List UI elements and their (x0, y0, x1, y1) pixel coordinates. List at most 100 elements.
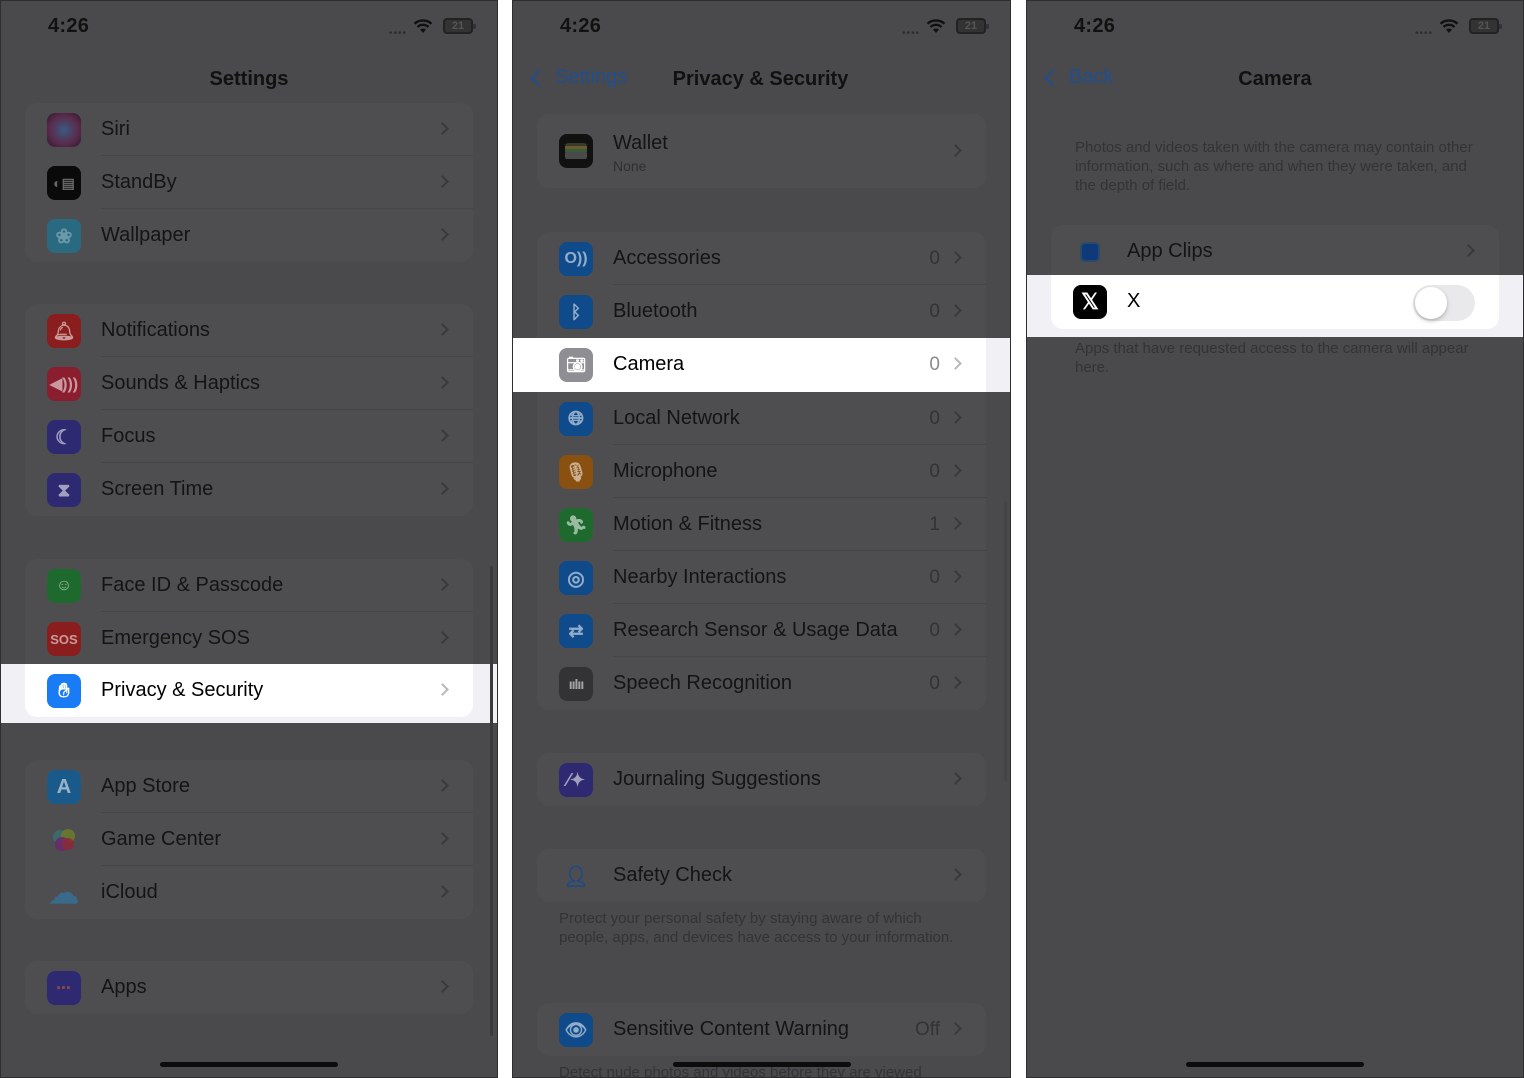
app-row-x[interactable]: 𝕏 X (1051, 275, 1499, 329)
status-bar: 4:26 •••• 21 (1, 1, 497, 53)
settings-row-face-id[interactable]: ☺ Face ID & Passcode (25, 559, 473, 612)
settings-row-wallpaper[interactable]: ❀ Wallpaper (25, 209, 473, 262)
battery-icon: 21 (443, 18, 476, 34)
row-label: Bluetooth (613, 300, 698, 322)
settings-row-siri[interactable]: Siri (25, 103, 473, 156)
focus-moon-icon: ☾ (47, 420, 81, 454)
app-clips-icon (1073, 235, 1107, 269)
wifi-icon (413, 19, 433, 33)
wallet-group: Wallet None (537, 114, 986, 188)
battery-icon: 21 (956, 18, 989, 34)
settings-row-privacy-security[interactable]: ✋︎ Privacy & Security (25, 664, 473, 717)
row-count: 0 (929, 354, 940, 375)
settings-group: ▪▪▪ Apps (25, 961, 473, 1014)
wifi-icon (926, 19, 946, 33)
home-indicator[interactable] (1186, 1062, 1364, 1067)
row-label: Wallpaper (101, 224, 191, 246)
game-center-icon (47, 823, 81, 857)
settings-row-screen-time[interactable]: ⧗ Screen Time (25, 463, 473, 516)
row-label: Nearby Interactions (613, 566, 787, 588)
toggle-knob (1415, 287, 1447, 319)
row-label: Game Center (101, 828, 222, 850)
row-label: Research Sensor & Usage Data (613, 619, 898, 641)
chevron-right-icon (436, 228, 449, 241)
row-count: 0 (929, 248, 940, 269)
permission-row-speech-recognition[interactable]: ıılıı Speech Recognition 0 (537, 657, 986, 710)
sos-icon: SOS (47, 622, 81, 656)
settings-row-emergency-sos[interactable]: SOS Emergency SOS (25, 612, 473, 665)
permission-row-motion-fitness[interactable]: 🏃︎ Motion & Fitness 1 (537, 498, 986, 551)
status-bar: 4:26 •••• 21 (513, 1, 1010, 53)
row-label: Emergency SOS (101, 627, 250, 649)
row-label: Sensitive Content Warning (613, 1018, 850, 1040)
journaling-suggestions-row[interactable]: ⁄✦ Journaling Suggestions (537, 753, 986, 806)
row-label: Motion & Fitness (613, 513, 762, 535)
back-label: Settings (555, 66, 628, 88)
permission-row-bluetooth[interactable]: ᛒ Bluetooth 0 (537, 285, 986, 338)
battery-icon: 21 (1469, 18, 1502, 34)
sensitive-content-warning-row[interactable]: 👁︎ Sensitive Content Warning Off (537, 1003, 986, 1056)
chevron-right-icon (949, 623, 962, 636)
settings-row-game-center[interactable]: Game Center (25, 813, 473, 866)
status-time: 4:26 (560, 15, 602, 37)
safety-check-group: 👤︎ Safety Check (537, 849, 986, 902)
permission-row-nearby-interactions[interactable]: ◎ Nearby Interactions 0 (537, 551, 986, 604)
chevron-right-icon (436, 323, 449, 336)
nav-bar: Settings Privacy & Security (513, 53, 1010, 105)
chevron-right-icon (949, 144, 962, 157)
row-label: Safety Check (613, 864, 732, 886)
chevron-right-icon (436, 683, 449, 696)
row-count: 0 (929, 301, 940, 322)
permission-row-microphone[interactable]: 🎙︎ Microphone 0 (537, 445, 986, 498)
row-label: Face ID & Passcode (101, 574, 284, 596)
standby-icon: ◐▤ (47, 166, 81, 200)
faceid-icon: ☺ (47, 569, 81, 603)
accessories-icon: O)) (559, 242, 593, 276)
home-indicator[interactable] (160, 1062, 338, 1067)
chevron-right-icon (1462, 244, 1475, 257)
chevron-right-icon (949, 411, 962, 424)
settings-row-app-store[interactable]: A App Store (25, 760, 473, 813)
back-button[interactable]: Settings (527, 66, 627, 89)
x-app-icon: 𝕏 (1073, 285, 1107, 319)
settings-row-apps[interactable]: ▪▪▪ Apps (25, 961, 473, 1014)
row-label: StandBy (101, 171, 177, 193)
permission-row-research-sensor[interactable]: ⇄ Research Sensor & Usage Data 0 (537, 604, 986, 657)
journaling-group: ⁄✦ Journaling Suggestions (537, 753, 986, 806)
permission-row-local-network[interactable]: 🌐︎ Local Network 0 (537, 392, 986, 445)
chevron-right-icon (436, 482, 449, 495)
page-title: Settings (209, 68, 289, 90)
permission-row-accessories[interactable]: O)) Accessories 0 (537, 232, 986, 285)
nav-bar: Back Camera (1027, 53, 1523, 105)
chevron-right-icon (949, 676, 962, 689)
bluetooth-icon: ᛒ (559, 295, 593, 329)
permission-row-camera[interactable]: 📷︎ Camera 0 (537, 338, 986, 392)
scrollbar[interactable] (490, 566, 493, 1036)
settings-row-icloud[interactable]: ☁︎ iCloud (25, 866, 473, 919)
row-count: 0 (929, 408, 940, 429)
row-count: 1 (929, 514, 940, 535)
camera-permission-screen: 4:26 •••• 21 Back Camera Photos and vide… (1026, 0, 1524, 1078)
camera-access-toggle[interactable] (1413, 285, 1475, 321)
settings-group: A App Store Game Center ☁︎ iCloud (25, 760, 473, 919)
privacy-security-screen: 4:26 •••• 21 Settings Privacy & Security… (512, 0, 1011, 1078)
safety-check-row[interactable]: 👤︎ Safety Check (537, 849, 986, 902)
settings-row-sounds-haptics[interactable]: ◀))) Sounds & Haptics (25, 357, 473, 410)
settings-row-focus[interactable]: ☾ Focus (25, 410, 473, 463)
settings-screen: 4:26 •••• 21 Settings Siri ◐▤ StandBy ❀ … (0, 0, 498, 1078)
chevron-right-icon (436, 376, 449, 389)
wallet-row[interactable]: Wallet None (537, 114, 986, 188)
settings-row-standby[interactable]: ◐▤ StandBy (25, 156, 473, 209)
chevron-right-icon (436, 779, 449, 792)
home-indicator[interactable] (672, 1062, 851, 1067)
scrollbar[interactable] (1004, 501, 1007, 781)
chevron-right-icon (436, 885, 449, 898)
settings-row-notifications[interactable]: 🔔︎ Notifications (25, 304, 473, 357)
highlight-band: ✋︎ Privacy & Security (1, 664, 497, 723)
app-clips-row[interactable]: App Clips (1051, 225, 1499, 278)
nav-bar: Settings (1, 53, 497, 105)
cellular-signal-icon: •••• (1414, 28, 1433, 39)
row-label: Sounds & Haptics (101, 372, 260, 394)
row-label: Siri (101, 118, 130, 140)
chevron-right-icon (436, 980, 449, 993)
